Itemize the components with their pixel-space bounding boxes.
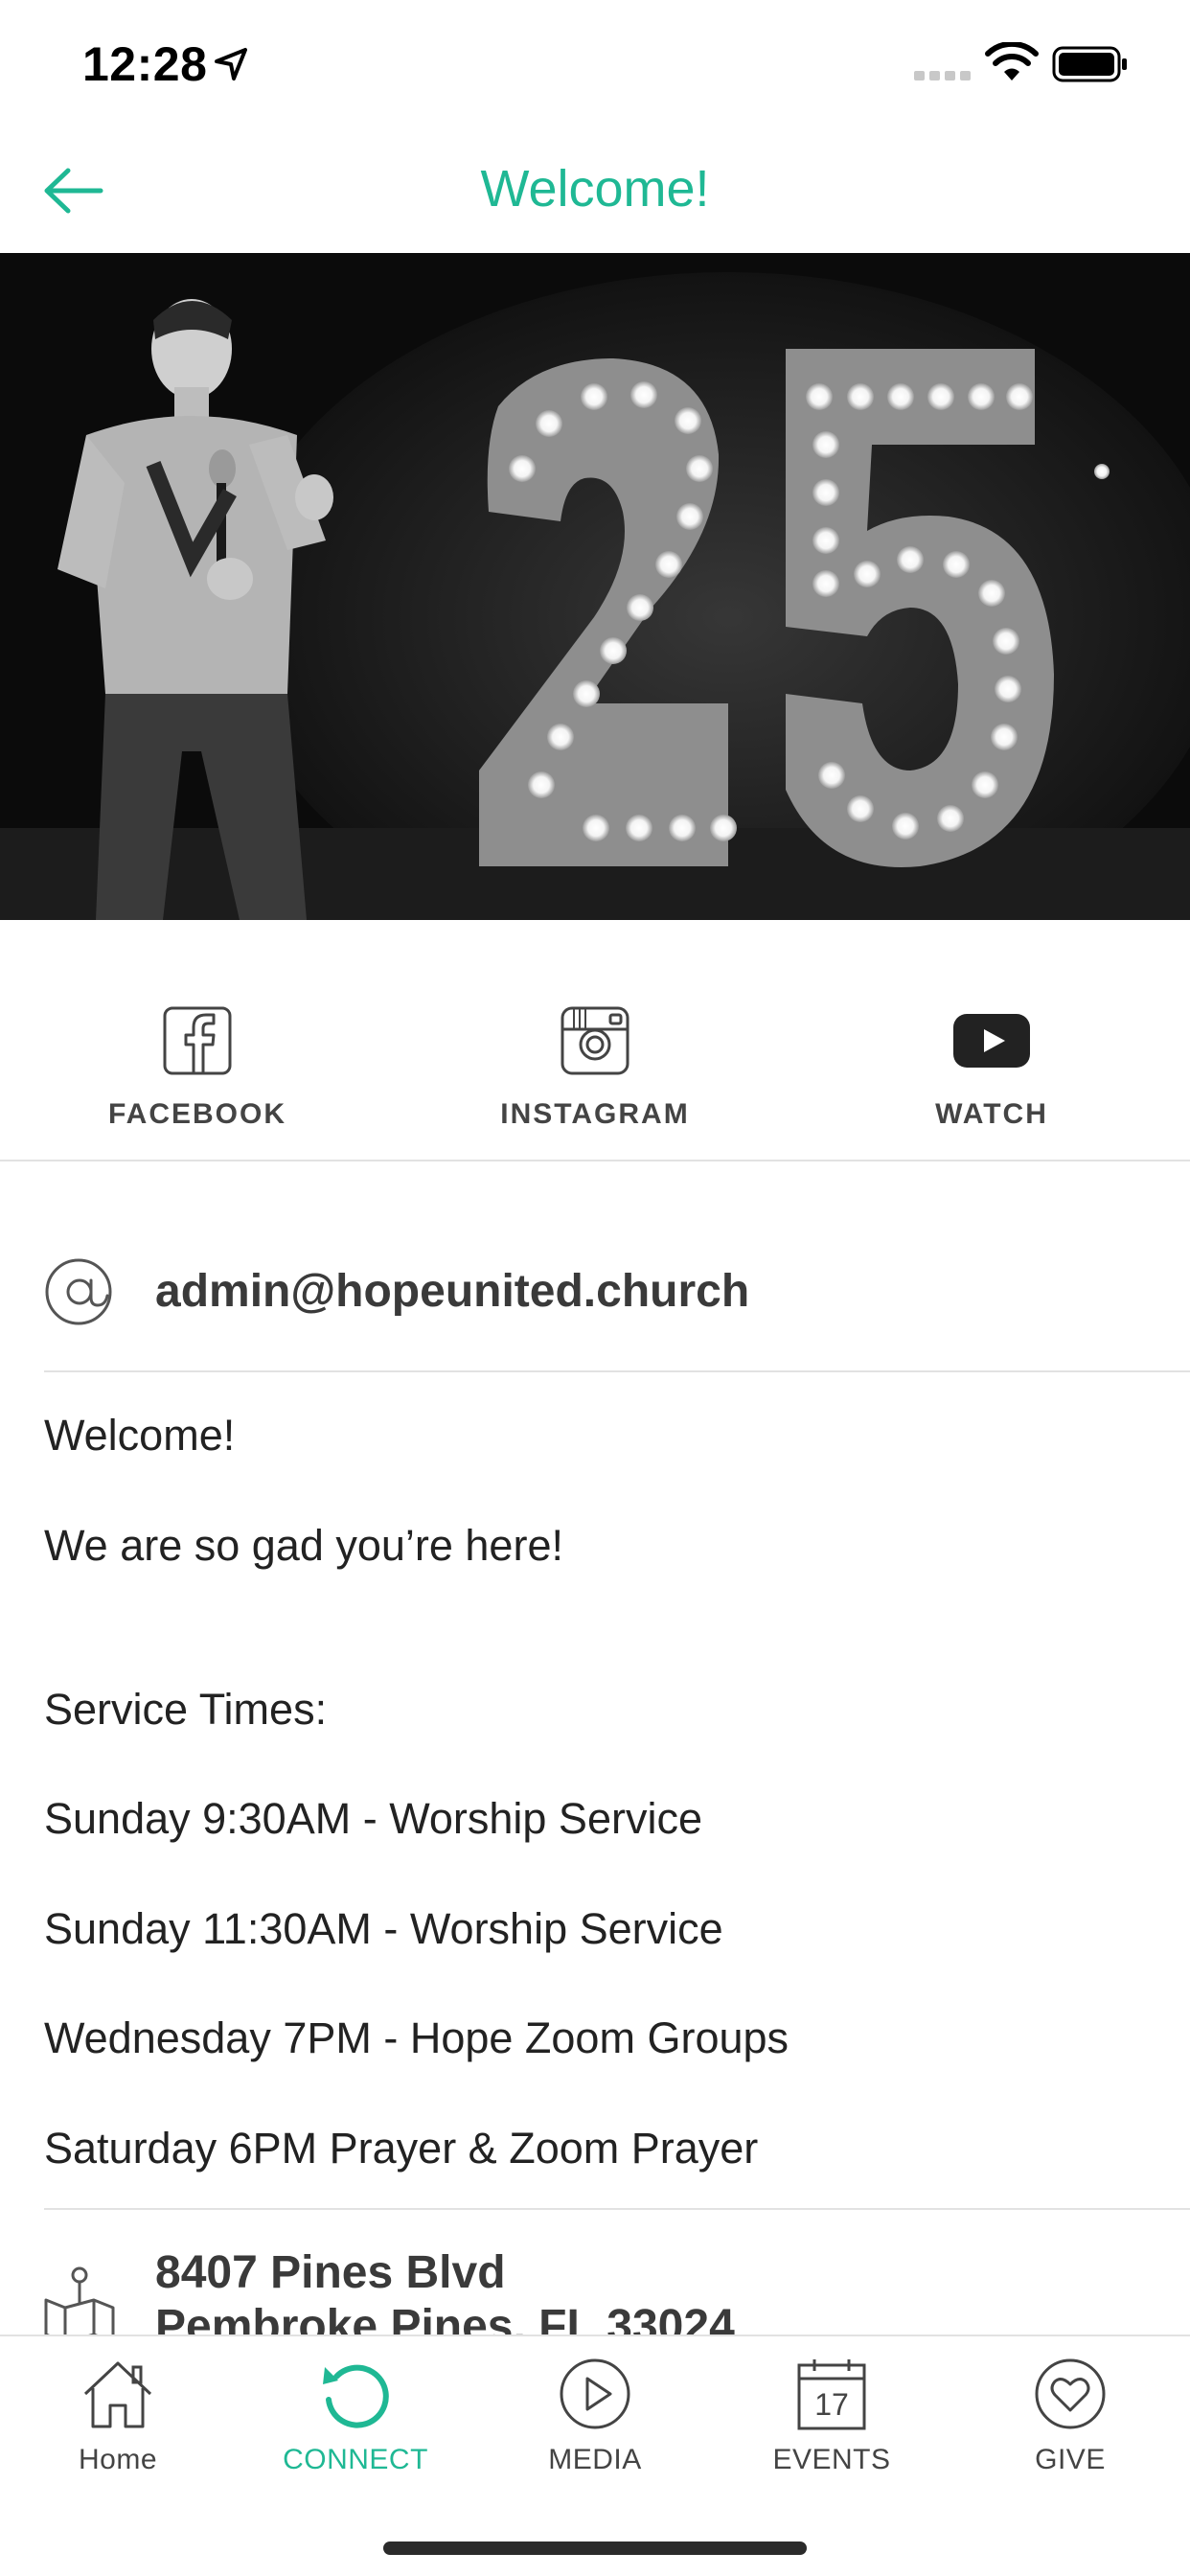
- desc-line-service-2: Sunday 11:30AM - Worship Service: [44, 1904, 723, 1953]
- hero-image: [0, 253, 1190, 920]
- email-row[interactable]: admin@hopeunited.church: [44, 1162, 1190, 1372]
- tab-home-label: Home: [78, 2444, 158, 2475]
- address-line-1: 8407 Pines Blvd: [155, 2247, 506, 2298]
- calendar-icon: 17: [797, 2359, 866, 2430]
- desc-line-service-times: Service Times:: [44, 1685, 328, 1734]
- watch-button[interactable]: WATCH: [848, 1004, 1135, 1130]
- instagram-label: INSTAGRAM: [500, 1098, 690, 1130]
- facebook-button[interactable]: FACEBOOK: [54, 1004, 341, 1130]
- facebook-icon: [163, 1006, 232, 1075]
- instagram-button[interactable]: INSTAGRAM: [451, 1004, 739, 1130]
- tab-connect[interactable]: CONNECT: [260, 2356, 451, 2509]
- email-address[interactable]: admin@hopeunited.church: [155, 1265, 749, 1318]
- app-screen: 12:28 Welcome! FACEBOOK INSTAGRAM WATCH …: [0, 0, 1190, 2576]
- battery-icon: [1052, 46, 1127, 82]
- instagram-icon: [561, 1006, 629, 1075]
- facebook-label: FACEBOOK: [107, 1098, 286, 1130]
- social-links: FACEBOOK INSTAGRAM WATCH: [0, 920, 1190, 1162]
- connect-icon: [323, 2364, 389, 2428]
- home-icon: [83, 2361, 152, 2428]
- wifi-icon: [985, 42, 1039, 80]
- tab-events[interactable]: 17 EVENTS: [736, 2356, 927, 2509]
- tab-media-label: MEDIA: [548, 2444, 642, 2475]
- address-line-2: Pembroke Pines, FL 33024: [155, 2301, 735, 2334]
- media-play-icon: [560, 2358, 630, 2429]
- status-time: 12:28: [82, 37, 208, 91]
- at-sign-icon: [45, 1258, 112, 1325]
- desc-line-greeting: We are so gad you’re here!: [44, 1521, 563, 1570]
- address-row[interactable]: 8407 Pines Blvd Pembroke Pines, FL 33024: [44, 2210, 1190, 2334]
- tab-give-label: GIVE: [1035, 2444, 1106, 2475]
- map-pin-icon: [44, 2266, 115, 2334]
- status-bar: 12:28: [0, 0, 1190, 126]
- tab-events-label: EVENTS: [772, 2444, 891, 2475]
- tab-connect-label: CONNECT: [283, 2444, 428, 2475]
- heart-icon: [1035, 2358, 1106, 2429]
- desc-line-service-4: Saturday 6PM Prayer & Zoom Prayer: [44, 2124, 759, 2173]
- cellular-signal-icon: [914, 71, 971, 80]
- home-indicator[interactable]: [383, 2542, 807, 2555]
- calendar-day: 17: [814, 2387, 849, 2422]
- nav-bar: Welcome!: [0, 126, 1190, 253]
- watch-label: WATCH: [935, 1098, 1048, 1130]
- tab-give[interactable]: GIVE: [974, 2356, 1166, 2509]
- tab-bar: Home CONNECT MEDIA 17 EVENTS GIVE: [0, 2334, 1190, 2576]
- tab-media[interactable]: MEDIA: [499, 2356, 691, 2509]
- tab-home[interactable]: Home: [22, 2356, 214, 2509]
- desc-line-service-1: Sunday 9:30AM - Worship Service: [44, 1794, 702, 1843]
- welcome-description: Welcome! We are so gad you’re here! Serv…: [44, 1372, 1190, 2210]
- page-title: Welcome!: [480, 160, 710, 218]
- desc-line-welcome: Welcome!: [44, 1411, 236, 1460]
- location-arrow-icon: [215, 48, 247, 80]
- desc-line-service-3: Wednesday 7PM - Hope Zoom Groups: [44, 2013, 790, 2062]
- youtube-icon: [953, 1014, 1030, 1068]
